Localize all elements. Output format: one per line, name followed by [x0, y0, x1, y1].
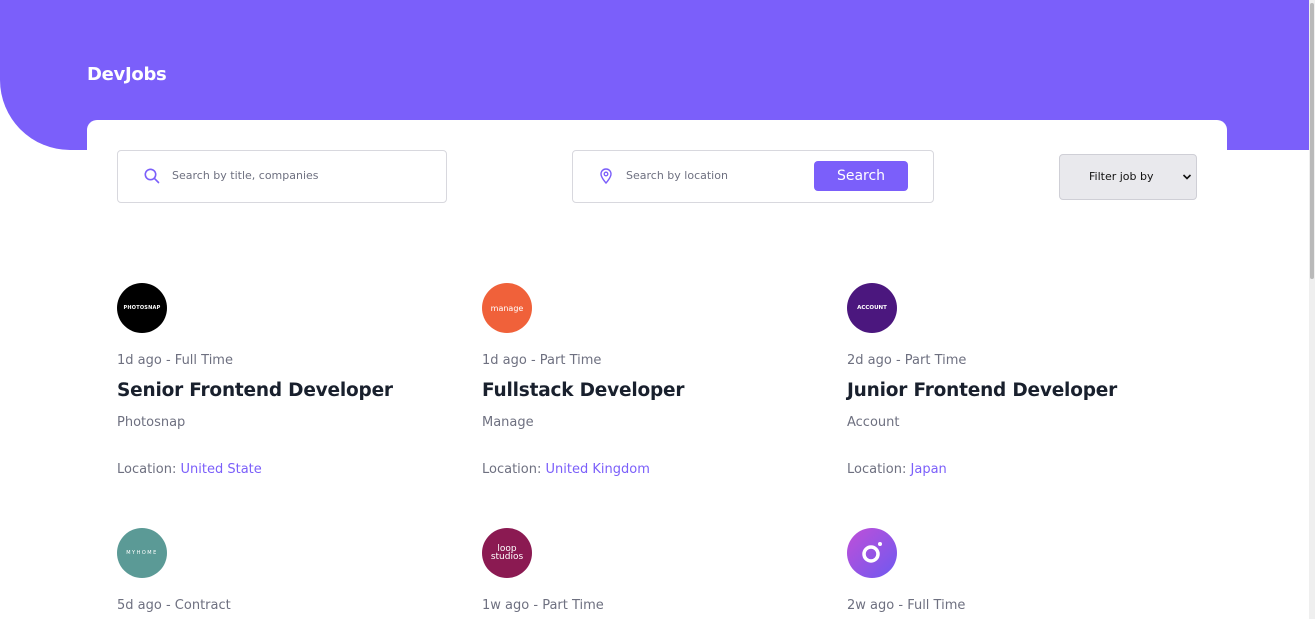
- devjobs-page: DevJobs Search Filter job by PHOTOSNAP 1…: [0, 0, 1315, 619]
- job-card[interactable]: MYHOME 5d ago - Contract: [117, 528, 437, 619]
- job-title[interactable]: Senior Frontend Developer: [117, 380, 393, 401]
- manage-logo-icon: manage: [482, 283, 532, 333]
- location-label: Location:: [117, 462, 177, 477]
- search-button[interactable]: Search: [814, 161, 908, 191]
- company-name: Account: [847, 415, 900, 430]
- location-value: United State: [180, 462, 262, 477]
- scrollbar-thumb[interactable]: [1310, 3, 1314, 279]
- job-meta: 1d ago - Full Time: [117, 353, 233, 368]
- job-card[interactable]: 2w ago - Full Time: [847, 528, 1167, 619]
- posted-time: 1d ago: [117, 353, 162, 368]
- job-title[interactable]: Fullstack Developer: [482, 380, 684, 401]
- filter-job-select[interactable]: Filter job by: [1059, 154, 1197, 200]
- job-type: Part Time: [542, 598, 604, 613]
- job-type: Part Time: [904, 353, 967, 368]
- posted-time: 1d ago: [482, 353, 527, 368]
- job-location: Location: United State: [117, 462, 262, 477]
- job-meta: 1w ago - Part Time: [482, 598, 604, 613]
- posted-time: 1w ago: [482, 598, 530, 613]
- job-type: Contract: [174, 598, 231, 613]
- location-pin-icon: [600, 168, 612, 184]
- location-label: Location:: [482, 462, 542, 477]
- job-meta: 2w ago - Full Time: [847, 598, 966, 613]
- photosnap-logo-icon: PHOTOSNAP: [117, 283, 167, 333]
- job-meta: 1d ago - Part Time: [482, 353, 602, 368]
- location-value: Japan: [910, 462, 947, 477]
- brand-logo[interactable]: DevJobs: [87, 64, 167, 85]
- posted-time: 2d ago: [847, 353, 892, 368]
- job-card[interactable]: manage 1d ago - Part Time Fullstack Deve…: [482, 283, 802, 483]
- location-value: United Kingdom: [545, 462, 650, 477]
- loopstudios-logo-icon: loop studios: [482, 528, 532, 578]
- search-icon: [144, 168, 160, 184]
- faceit-logo-icon: [847, 528, 897, 578]
- title-search-box[interactable]: [117, 150, 447, 203]
- job-card[interactable]: loop studios 1w ago - Part Time: [482, 528, 802, 619]
- account-logo-icon: ACCOUNT: [847, 283, 897, 333]
- job-card[interactable]: PHOTOSNAP 1d ago - Full Time Senior Fron…: [117, 283, 437, 483]
- job-meta: 2d ago - Part Time: [847, 353, 967, 368]
- job-location: Location: Japan: [847, 462, 947, 477]
- job-type: Full Time: [174, 353, 233, 368]
- posted-time: 2w ago: [847, 598, 895, 613]
- myhome-logo-icon: MYHOME: [117, 528, 167, 578]
- page-scrollbar[interactable]: [1309, 0, 1315, 619]
- posted-time: 5d ago: [117, 598, 162, 613]
- title-search-input[interactable]: [172, 169, 432, 182]
- job-meta: 5d ago - Contract: [117, 598, 231, 613]
- company-name: Photosnap: [117, 415, 186, 430]
- job-type: Part Time: [539, 353, 602, 368]
- job-location: Location: United Kingdom: [482, 462, 650, 477]
- job-title[interactable]: Junior Frontend Developer: [847, 380, 1117, 401]
- job-card[interactable]: ACCOUNT 2d ago - Part Time Junior Fronte…: [847, 283, 1167, 483]
- job-type: Full Time: [907, 598, 966, 613]
- location-label: Location:: [847, 462, 907, 477]
- filter-label: Filter job by: [1089, 170, 1154, 183]
- chevron-down-icon: [1182, 174, 1192, 180]
- company-name: Manage: [482, 415, 534, 430]
- location-search-input[interactable]: [626, 169, 806, 182]
